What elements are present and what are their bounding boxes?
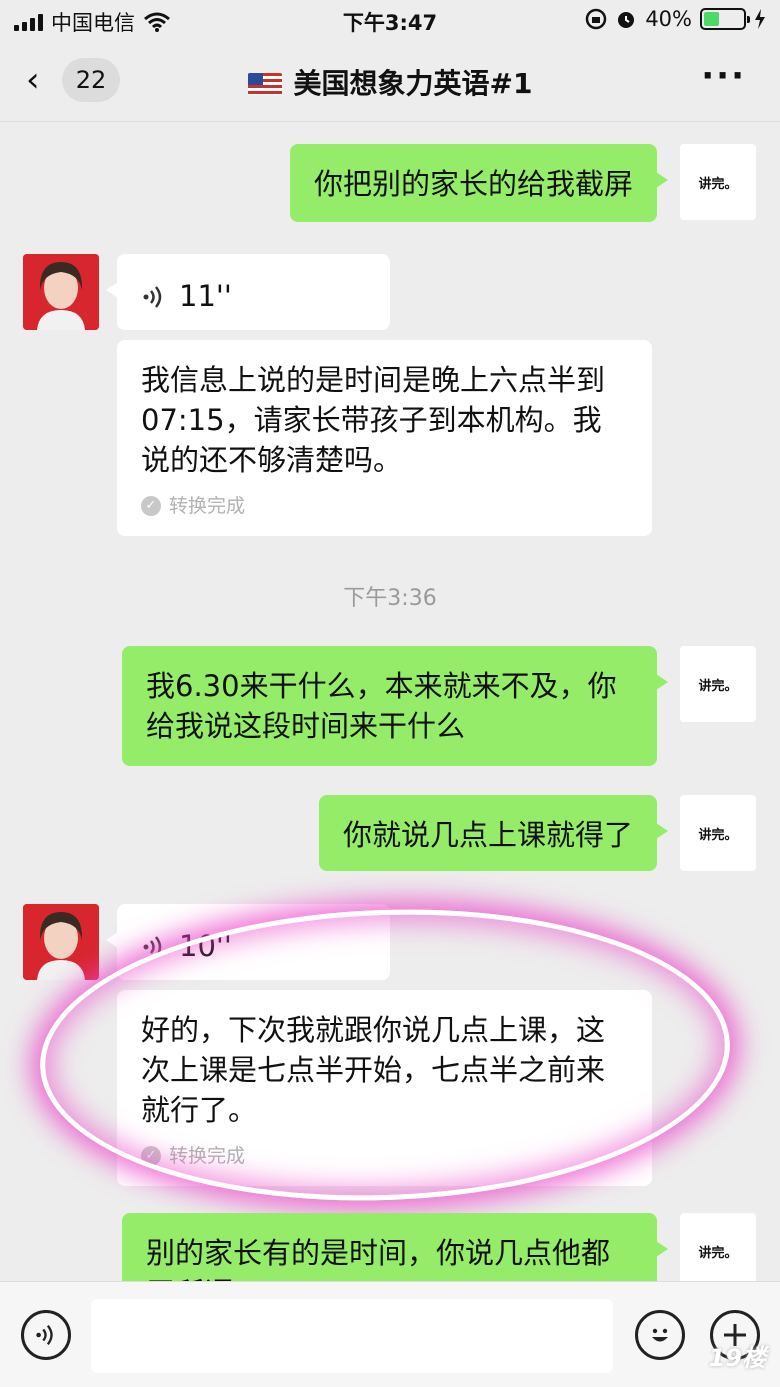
contact-photo — [23, 254, 99, 330]
my-avatar[interactable]: 讲完。 — [680, 1213, 756, 1289]
voice-duration: 10'' — [179, 929, 232, 963]
voice-wave-icon — [143, 286, 162, 308]
chat-input-bar — [0, 1281, 780, 1387]
alarm-icon — [618, 12, 635, 28]
contact-avatar[interactable] — [23, 904, 99, 980]
transcript-text: 我信息上说的是时间是晚上六点半到07:15，请家长带孩子到本机构。我说的还不够清… — [141, 363, 606, 477]
charging-icon — [755, 9, 765, 29]
voice-input-icon[interactable] — [21, 1310, 71, 1360]
rotation-lock-icon — [586, 8, 607, 30]
transcript-status: ✓ 转换完成 — [141, 494, 628, 518]
chat-title-text: 美国想象力英语#1 — [293, 67, 533, 100]
watermark-logo: 19楼 — [708, 1344, 766, 1372]
transcript-text: 好的，下次我就跟你说几点上课，这次上课是七点半开始，七点半之前来就行了。 — [141, 1013, 606, 1127]
chat-header: ‹ 22 美国想象力英语#1 ··· — [0, 40, 780, 122]
transcript-status-text: 转换完成 — [169, 495, 246, 517]
more-options-icon[interactable]: ··· — [701, 56, 746, 96]
my-avatar-text: 讲完。 — [698, 176, 738, 192]
voice-duration: 11'' — [179, 279, 232, 313]
my-avatar[interactable]: 讲完。 — [680, 795, 756, 871]
voice-transcript[interactable]: 我信息上说的是时间是晚上六点半到07:15，请家长带孩子到本机构。我说的还不够清… — [117, 340, 652, 536]
chat-timestamp: 下午3:36 — [343, 586, 437, 611]
battery-fill — [704, 12, 720, 26]
my-avatar-text: 讲完。 — [698, 1245, 738, 1261]
my-avatar-text: 讲完。 — [698, 678, 738, 694]
voice-wave-icon — [143, 936, 162, 958]
emoji-icon[interactable] — [635, 1310, 685, 1360]
voice-transcript[interactable]: 好的，下次我就跟你说几点上课，这次上课是七点半开始，七点半之前来就行了。 ✓ 转换… — [117, 990, 652, 1186]
us-flag-icon — [247, 73, 282, 95]
outgoing-message[interactable]: 你把别的家长的给我截屏 — [289, 144, 669, 222]
transcript-status: ✓ 转换完成 — [141, 1144, 628, 1168]
message-text: 你把别的家长的给我截屏 — [313, 167, 633, 201]
contact-photo — [23, 904, 99, 980]
chat-title: 美国想象力英语#1 — [0, 62, 780, 102]
transcript-status-text: 转换完成 — [169, 1145, 246, 1167]
contact-avatar[interactable] — [23, 254, 99, 330]
voice-message[interactable]: 10'' — [106, 904, 390, 980]
battery-percent: 40% — [645, 7, 692, 31]
outgoing-message[interactable]: 你就说几点上课就得了 — [318, 795, 669, 871]
message-text: 我6.30来干什么，本来就来不及，你给我说这段时间来干什么 — [146, 669, 617, 743]
check-icon: ✓ — [141, 1146, 161, 1166]
my-avatar-text: 讲完。 — [698, 827, 738, 843]
battery-icon — [700, 8, 750, 30]
outgoing-message[interactable]: 我6.30来干什么，本来就来不及，你给我说这段时间来干什么 — [122, 646, 668, 766]
message-input[interactable] — [91, 1299, 613, 1373]
status-right: 40% — [585, 7, 766, 31]
message-text: 你就说几点上课就得了 — [342, 818, 633, 852]
status-bar: 中国电信 下午3:47 40% — [0, 0, 780, 40]
voice-message[interactable]: 11'' — [106, 254, 390, 330]
my-avatar[interactable]: 讲完。 — [680, 646, 756, 722]
my-avatar[interactable]: 讲完。 — [680, 144, 756, 220]
check-icon: ✓ — [141, 496, 161, 516]
